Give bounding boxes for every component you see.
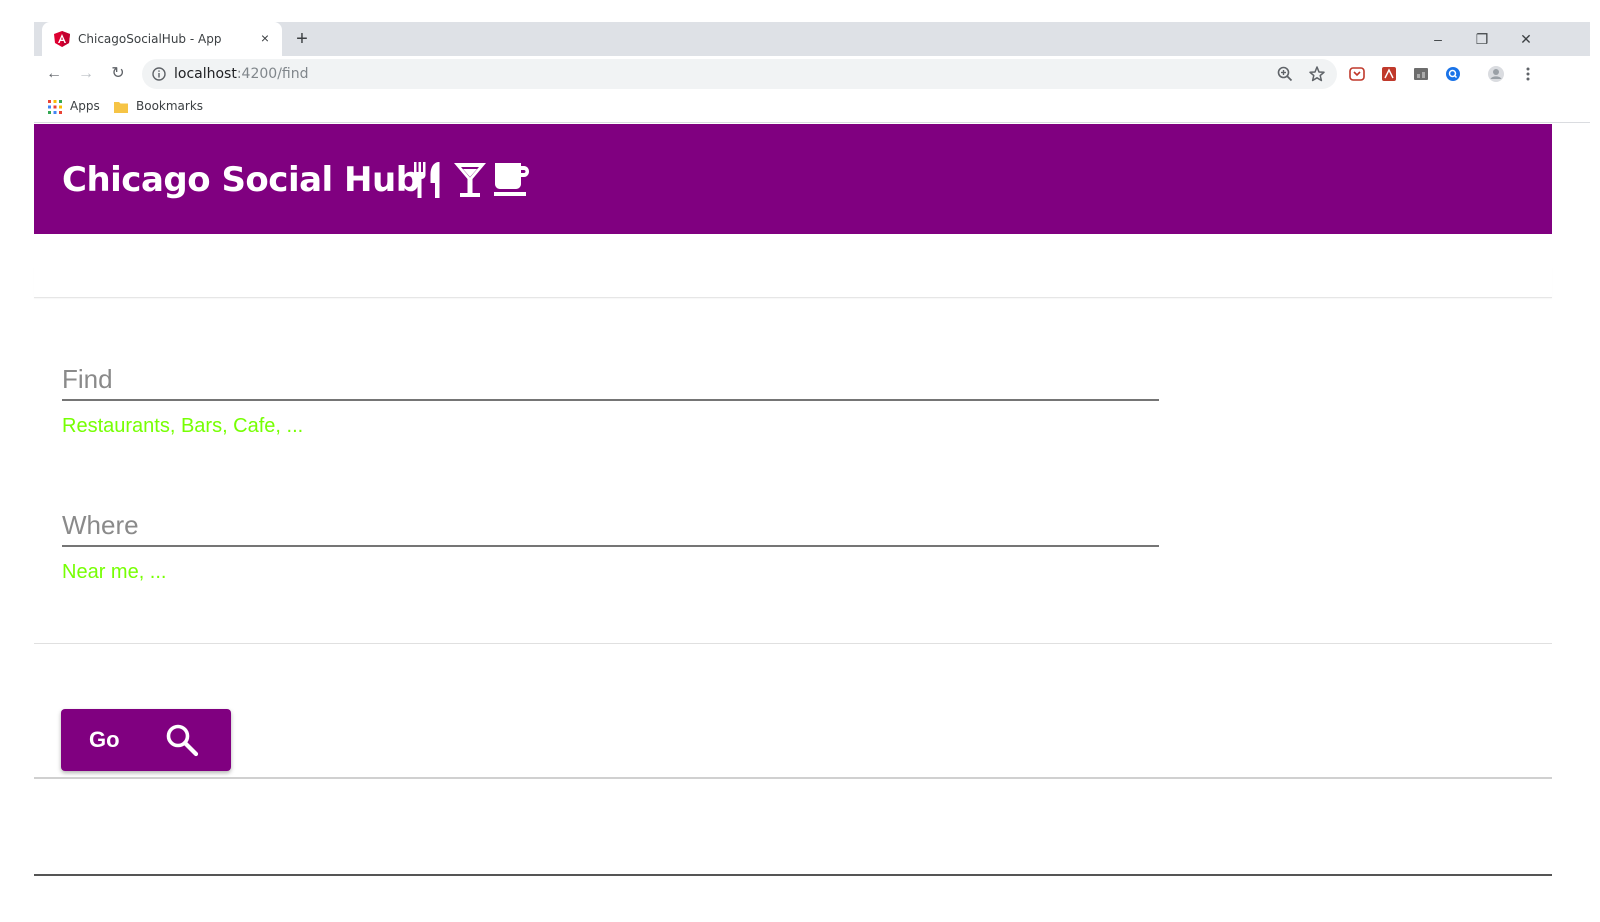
- app-title: Chicago Social Hub: [62, 160, 420, 200]
- apps-grid-icon[interactable]: [48, 100, 62, 114]
- browser-tab[interactable]: ChicagoSocialHub - App ×: [42, 22, 282, 56]
- pdf-extension-icon[interactable]: [1380, 65, 1398, 83]
- close-window-button[interactable]: ✕: [1506, 26, 1546, 52]
- menu-kebab-icon[interactable]: [1519, 65, 1537, 83]
- zoom-icon[interactable]: [1276, 65, 1294, 83]
- app-header: Chicago Social Hub: [34, 124, 1552, 234]
- restore-button[interactable]: ❐: [1462, 26, 1502, 52]
- find-hint: Restaurants, Bars, Cafe, ...: [62, 415, 304, 437]
- bookmarks-bar: Apps Bookmarks: [34, 92, 1590, 123]
- bookmark-apps[interactable]: Apps: [70, 99, 100, 113]
- browser-window: ChicagoSocialHub - App × + – ❐ ✕ ← → ↻ l…: [34, 22, 1590, 900]
- profile-avatar-icon[interactable]: [1487, 65, 1505, 83]
- star-icon[interactable]: [1308, 65, 1326, 83]
- sub-toolbar: [34, 267, 1552, 298]
- forward-button[interactable]: →: [74, 62, 98, 86]
- restaurant-icon: [414, 162, 440, 198]
- cocktail-bar-icon: [454, 163, 486, 197]
- find-field: Restaurants, Bars, Cafe, ...: [62, 359, 1159, 437]
- reload-button[interactable]: ↻: [106, 62, 130, 86]
- new-tab-button[interactable]: +: [290, 27, 314, 51]
- browser-toolbar: ← → ↻ localhost:4200/find: [34, 56, 1590, 92]
- minimize-button[interactable]: –: [1418, 26, 1458, 52]
- where-hint: Near me, ...: [62, 561, 167, 583]
- search-card: Restaurants, Bars, Cafe, ... Near me, ..…: [34, 297, 1552, 779]
- url-text[interactable]: localhost:4200/find: [174, 66, 308, 82]
- footer-divider: [34, 874, 1552, 876]
- section-divider: [34, 643, 1552, 644]
- tab-close-icon[interactable]: ×: [256, 29, 274, 47]
- address-bar[interactable]: localhost:4200/find: [142, 59, 1337, 89]
- folder-icon: [114, 102, 128, 113]
- tab-strip: ChicagoSocialHub - App × + – ❐ ✕: [34, 22, 1590, 56]
- go-button-label: Go: [89, 727, 120, 752]
- search-extension-icon[interactable]: [1444, 65, 1462, 83]
- bookmark-folder[interactable]: Bookmarks: [136, 99, 203, 113]
- url-path: :4200/find: [236, 66, 309, 82]
- info-icon[interactable]: [152, 67, 166, 81]
- tab-title: ChicagoSocialHub - App: [78, 32, 222, 46]
- url-host: localhost: [174, 66, 237, 82]
- angular-icon: [54, 31, 70, 47]
- where-input[interactable]: [62, 505, 1159, 547]
- find-input[interactable]: [62, 359, 1159, 401]
- search-icon: [166, 724, 199, 757]
- where-field: Near me, ...: [62, 505, 1159, 583]
- back-button[interactable]: ←: [42, 62, 66, 86]
- pocket-extension-icon[interactable]: [1348, 65, 1366, 83]
- coffee-cup-icon: [494, 163, 529, 196]
- go-button[interactable]: Go: [61, 709, 231, 771]
- gallery-extension-icon[interactable]: [1412, 65, 1430, 83]
